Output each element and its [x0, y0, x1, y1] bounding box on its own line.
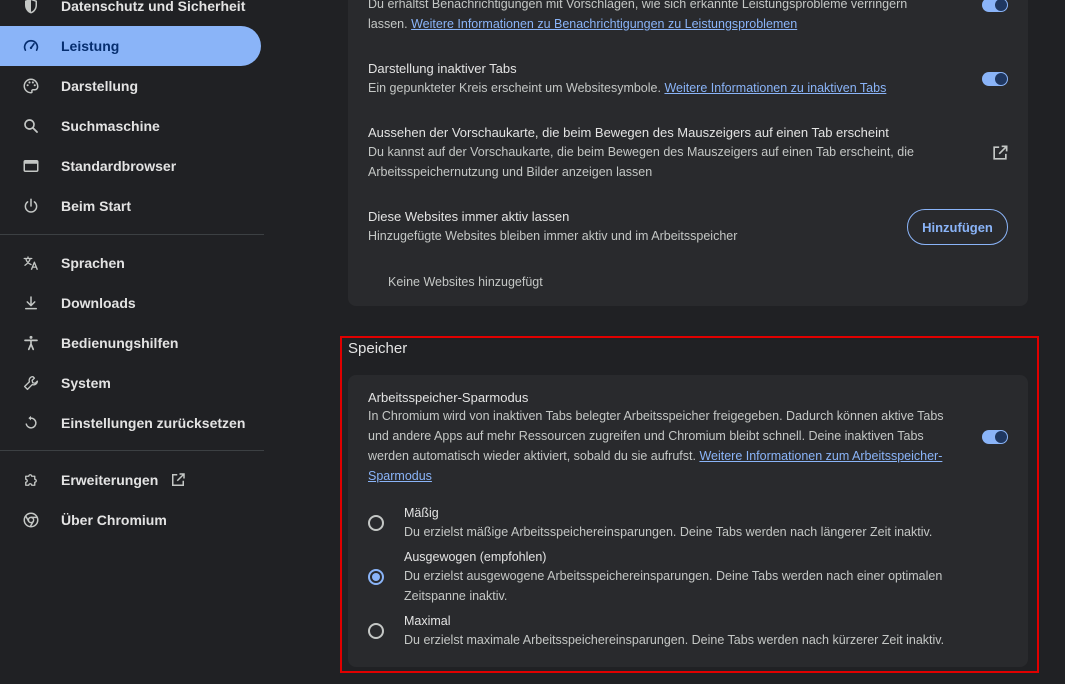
notifications-learn-more-link[interactable]: Weitere Informationen zu Benachrichtigun… [411, 17, 797, 31]
sidebar-divider [0, 450, 264, 451]
puzzle-icon [21, 470, 41, 490]
sidebar-item-label: Suchmaschine [61, 118, 160, 134]
memory-saver-description: In Chromium wird von inaktiven Tabs bele… [368, 409, 944, 483]
memory-section-title: Speicher [348, 340, 408, 357]
chromium-icon [21, 510, 41, 530]
always-active-description: Hinzugefügte Websites bleiben immer akti… [368, 229, 738, 243]
hover-card-title: Aussehen der Vorschaukarte, die beim Bew… [368, 125, 889, 140]
sidebar-item-label: Downloads [61, 295, 136, 311]
open-in-new-icon [169, 471, 187, 489]
translate-icon [21, 253, 41, 273]
sidebar-item-label: Einstellungen zurücksetzen [61, 415, 246, 431]
option-balanced-title: Ausgewogen (empfohlen) [404, 550, 547, 564]
sidebar-item-downloads[interactable]: Downloads [0, 283, 261, 323]
search-icon [21, 116, 41, 136]
settings-sidebar: Datenschutz und Sicherheit Leistung Dars… [0, 0, 270, 684]
no-sites-text: Keine Websites hinzugefügt [388, 275, 543, 289]
notifications-description: Du erhältst Benachrichtigungen mit Vorsc… [368, 0, 908, 31]
notifications-toggle[interactable] [982, 0, 1008, 12]
sidebar-item-privacy[interactable]: Datenschutz und Sicherheit [0, 0, 261, 26]
sidebar-item-about-chromium[interactable]: Über Chromium [0, 500, 261, 540]
wrench-icon [21, 373, 41, 393]
option-maximum-description: Du erzielst maximale Arbeitsspeichereins… [404, 633, 945, 647]
inactive-tabs-toggle[interactable] [982, 72, 1008, 86]
add-site-button[interactable]: Hinzufügen [907, 209, 1008, 245]
sidebar-item-on-startup[interactable]: Beim Start [0, 186, 261, 226]
sidebar-item-label: Darstellung [61, 78, 139, 94]
always-active-title: Diese Websites immer aktiv lassen [368, 209, 570, 224]
sidebar-item-label: Leistung [61, 38, 120, 54]
reset-icon [21, 413, 41, 433]
sidebar-item-search-engine[interactable]: Suchmaschine [0, 106, 261, 146]
hover-card-open-button[interactable] [990, 143, 1010, 163]
toggle-knob [995, 0, 1007, 11]
sidebar-item-extensions[interactable]: Erweiterungen [0, 460, 261, 500]
inactive-tabs-title: Darstellung inaktiver Tabs [368, 61, 517, 76]
sidebar-item-label: Bedienungshilfen [61, 335, 179, 351]
open-in-new-icon [993, 145, 1008, 160]
sidebar-divider [0, 234, 264, 235]
sidebar-item-label: Beim Start [61, 198, 132, 214]
download-icon [21, 293, 41, 313]
shield-icon [21, 0, 41, 16]
sidebar-item-performance[interactable]: Leistung [0, 26, 261, 66]
option-moderate-description: Du erzielst mäßige Arbeitsspeichereinspa… [404, 525, 933, 539]
option-maximum-title: Maximal [404, 614, 451, 628]
speedometer-icon [21, 36, 41, 56]
sidebar-item-label: Sprachen [61, 255, 125, 271]
palette-icon [21, 76, 41, 96]
option-moderate-title: Mäßig [404, 506, 439, 520]
toggle-knob [995, 431, 1007, 443]
option-balanced-description: Du erzielst ausgewogene Arbeitsspeichere… [404, 569, 943, 603]
performance-card: Du erhältst Benachrichtigungen mit Vorsc… [348, 0, 1028, 306]
sidebar-item-label: System [61, 375, 111, 391]
inactive-tabs-description: Ein gepunkteter Kreis erscheint um Websi… [368, 81, 887, 95]
sidebar-item-label: Datenschutz und Sicherheit [61, 0, 246, 14]
sidebar-item-appearance[interactable]: Darstellung [0, 66, 261, 106]
memory-saver-toggle[interactable] [982, 430, 1008, 444]
settings-page: Datenschutz und Sicherheit Leistung Dars… [0, 0, 1065, 684]
sidebar-item-label: Erweiterungen [61, 472, 159, 488]
sidebar-item-label: Über Chromium [61, 512, 167, 528]
hover-card-description: Du kannst auf der Vorschaukarte, die bei… [368, 145, 914, 179]
memory-saver-title: Arbeitsspeicher-Sparmodus [368, 390, 529, 405]
memory-saver-card: Arbeitsspeicher-Sparmodus In Chromium wi… [348, 375, 1028, 667]
accessibility-icon [21, 333, 41, 353]
sidebar-item-default-browser[interactable]: Standardbrowser [0, 146, 261, 186]
inactive-tabs-learn-more-link[interactable]: Weitere Informationen zu inaktiven Tabs [664, 81, 886, 95]
sidebar-item-reset-settings[interactable]: Einstellungen zurücksetzen [0, 403, 261, 443]
radio-balanced[interactable] [368, 569, 384, 585]
radio-maximum[interactable] [368, 623, 384, 639]
sidebar-item-system[interactable]: System [0, 363, 261, 403]
sidebar-item-label: Standardbrowser [61, 158, 177, 174]
radio-moderate[interactable] [368, 515, 384, 531]
sidebar-item-languages[interactable]: Sprachen [0, 243, 261, 283]
browser-window-icon [21, 156, 41, 176]
toggle-knob [995, 73, 1007, 85]
power-icon [21, 196, 41, 216]
sidebar-item-accessibility[interactable]: Bedienungshilfen [0, 323, 261, 363]
